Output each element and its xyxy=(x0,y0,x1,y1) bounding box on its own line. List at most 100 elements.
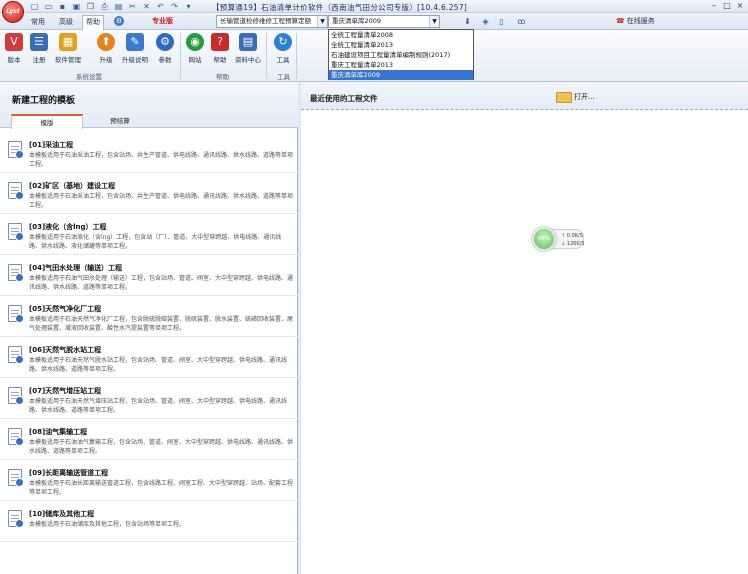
list-item[interactable]: [10]储库及其他工程 本模板适用于石油储库及其他工程，包含站场等单项工程。 xyxy=(0,501,298,542)
template-description: 本模板适用于石油天然气增压站工程，包含站场、管道、阀室、大中型穿跨越、供电线路、… xyxy=(29,398,288,414)
chevron-down-icon[interactable]: ▼ xyxy=(429,16,439,27)
data-center-label: 资料中心 xyxy=(235,56,261,64)
parameters-button[interactable]: ⚙ 参数 xyxy=(152,33,178,69)
quick-access-more-icon[interactable]: ▾ xyxy=(184,2,193,11)
bill-library-combo[interactable]: 重庆清单库2009 ▼ xyxy=(328,15,440,28)
list-item[interactable]: [04]气田水处理（输送）工程 本模板适用于石油气田水处理（输送）工程，包含站场、… xyxy=(0,255,298,296)
register-icon: ☰ xyxy=(30,33,48,51)
template-name: [02]矿区（基地）建设工程 xyxy=(29,182,116,190)
save-all-icon[interactable]: ▣ xyxy=(72,2,81,11)
document-icon xyxy=(8,428,24,446)
app-logo[interactable]: Lyst xyxy=(2,1,24,23)
dropdown-option-selected[interactable]: 重庆清单库2009 xyxy=(329,70,473,80)
list-item[interactable]: [08]油气集输工程 本模板适用于石油油气集输工程，包含站场、管道、阀室、大中型穿… xyxy=(0,419,298,460)
template-description: 本模板适用于石油液化（含lng）工程，包含站（厂）、管道、大中型穿跨越、供电线路… xyxy=(29,234,282,250)
new-icon[interactable]: ▢ xyxy=(30,2,39,11)
list-item[interactable]: [02]矿区（基地）建设工程本模板适用于石油采油工程，包含站场、井生产管道、供电… xyxy=(0,173,298,214)
template-list: [01]采油工程本模板适用于石油采油工程，包含站场、井生产管道、供电线路、通讯线… xyxy=(0,132,298,542)
tab-budget-settlement[interactable]: 预结算 xyxy=(84,114,156,128)
list-item[interactable]: [07]天然气增压站工程本模板适用于石油天然气增压站工程，包含站场、管道、阀室、… xyxy=(0,378,298,419)
tools-label: 工具 xyxy=(276,56,290,64)
register-button[interactable]: ☰ 注册 xyxy=(26,33,52,69)
cut-icon[interactable]: ✂ xyxy=(128,2,137,11)
version-button[interactable]: V 版本 xyxy=(1,33,27,69)
copy-icon[interactable]: ❐ xyxy=(86,2,95,11)
open-file-button[interactable]: 打开... xyxy=(556,90,595,104)
folder-open-icon xyxy=(556,91,572,103)
document-icon xyxy=(8,141,24,159)
arrow-up-icon: ↑ xyxy=(561,233,566,239)
gear-icon[interactable]: ⚙ xyxy=(114,16,124,26)
template-name: [09]长距离输送管道工程 xyxy=(29,469,109,477)
dropdown-option[interactable]: 石油建设项目工程量清单编制规则(2017) xyxy=(329,50,473,60)
network-speed-widget[interactable]: ↑ 0.0K/S ↓ 126K/S 49% xyxy=(532,227,584,251)
download-icon[interactable]: ⬇ xyxy=(462,16,473,27)
tag-icon[interactable]: ◈ xyxy=(480,16,491,27)
redo-icon[interactable]: ↷ xyxy=(170,2,179,11)
upgrade-notes-button[interactable]: ✎ 升级说明 xyxy=(122,33,148,69)
group-tools: 工具 xyxy=(277,73,290,81)
template-name: [10]储库及其他工程 xyxy=(29,510,95,518)
version-icon: V xyxy=(5,33,23,51)
minimize-button[interactable]: – xyxy=(708,1,720,11)
network-usage-indicator: 49% xyxy=(532,227,556,251)
template-name: [07]天然气增压站工程 xyxy=(29,387,102,395)
template-name: [05]天然气净化厂工程 xyxy=(29,305,102,313)
close-button[interactable]: × xyxy=(734,1,746,11)
version-label: 版本 xyxy=(7,56,21,64)
software-manage-button[interactable]: ▦ 软件管理 xyxy=(55,33,81,69)
quota-library-combo[interactable]: 长输管道检修维修工程预算定额 ▼ xyxy=(216,15,328,28)
save-icon[interactable]: ▪ xyxy=(58,2,67,11)
bill-library-dropdown: 全统工程量清单2008 全统工程量清单2013 石油建设项目工程量清单编制规则(… xyxy=(328,29,474,80)
template-description: 本模板适用于石油采油工程，包含站场、井生产管道、供电线路、通讯线路、供水线路、道… xyxy=(29,193,294,209)
online-service-button[interactable]: ☎ 在线服务 xyxy=(616,16,655,26)
dropdown-option[interactable]: 重庆工程量清单2013 xyxy=(329,60,473,70)
data-center-icon: ▤ xyxy=(239,33,257,51)
template-name: [01]采油工程 xyxy=(29,141,74,149)
template-description: 本模板适用于石油气田水处理（输送）工程，包含站场、管道、阀室、大中型穿跨越、供电… xyxy=(29,275,294,291)
help-button[interactable]: ? 帮助 xyxy=(207,33,233,69)
undo-icon[interactable]: ↶ xyxy=(156,2,165,11)
maximize-button[interactable]: □ xyxy=(721,1,733,11)
list-item[interactable]: [06]天然气脱水站工程 本模板适用于石油天然气脱水站工程，包含站场、管道、阀室、… xyxy=(0,337,298,378)
open-icon[interactable]: ▭ xyxy=(44,2,53,11)
binoculars-icon[interactable]: ꝏ xyxy=(516,16,527,27)
upgrade-button[interactable]: ⬆ 升级 xyxy=(93,33,119,69)
preview-icon[interactable]: ▤ xyxy=(114,2,123,11)
dropdown-option[interactable]: 全统工程量清单2008 xyxy=(329,30,473,40)
list-item[interactable]: [01]采油工程本模板适用于石油采油工程，包含站场、井生产管道、供电线路、通讯线… xyxy=(0,132,298,173)
software-manage-icon: ▦ xyxy=(59,33,77,51)
delete-icon[interactable]: ✕ xyxy=(142,2,151,11)
dropdown-option[interactable]: 全统工程量清单2013 xyxy=(329,40,473,50)
tab-common[interactable]: 常用 xyxy=(28,16,48,28)
tab-templates[interactable]: 模版 xyxy=(11,114,83,129)
template-description: 本模板适用于石油采油工程，包含站场、井生产管道、供电线路、通讯线路、供水线路、道… xyxy=(29,152,294,168)
help-label: 帮助 xyxy=(213,56,227,64)
book-icon[interactable]: ▯ xyxy=(496,16,507,27)
list-item[interactable]: [05]天然气净化厂工程 本模板适用于石油天然气净化厂工程，包含脱硫脱碳装置、脱硫… xyxy=(0,296,298,337)
title-bar: Lyst ▢ ▭ ▪ ▣ ❐ ⎙ ▤ ✂ ✕ ↶ ↷ ▾ 【预算通19】石油清单… xyxy=(0,0,748,23)
template-panel-title: 新建工程的模板 xyxy=(12,96,76,106)
upgrade-label: 升级 xyxy=(99,56,113,64)
ribbon-separator xyxy=(180,33,181,79)
headset-icon: ☎ xyxy=(616,17,625,25)
template-panel-header: 新建工程的模板 模版 预结算 xyxy=(0,82,298,129)
upgrade-notes-label: 升级说明 xyxy=(122,56,148,64)
list-item[interactable]: [03]液化（含lng）工程 本模板适用于石油液化（含lng）工程，包含站（厂）、… xyxy=(0,214,298,255)
data-center-button[interactable]: ▤ 资料中心 xyxy=(235,33,261,69)
parameters-label: 参数 xyxy=(158,56,172,64)
quota-library-value: 长输管道检修维修工程预算定额 xyxy=(220,17,311,25)
chevron-down-icon[interactable]: ▼ xyxy=(317,16,327,27)
website-label: 网站 xyxy=(188,56,202,64)
document-icon xyxy=(8,223,24,241)
register-label: 注册 xyxy=(32,56,46,64)
tab-advanced[interactable]: 高级 xyxy=(56,16,76,28)
website-icon: ◉ xyxy=(186,33,204,51)
edition-label: 专业版 xyxy=(152,17,173,25)
tab-help[interactable]: 帮助 xyxy=(82,15,104,30)
print-icon[interactable]: ⎙ xyxy=(100,2,109,11)
tools-button[interactable]: ↻ 工具 xyxy=(270,33,296,69)
list-item[interactable]: [09]长距离输送管道工程 本模板适用于石油长距离输送管道工程，包含线路工程、阀室… xyxy=(0,460,298,501)
template-name: [08]油气集输工程 xyxy=(29,428,88,436)
website-button[interactable]: ◉ 网站 xyxy=(182,33,208,69)
